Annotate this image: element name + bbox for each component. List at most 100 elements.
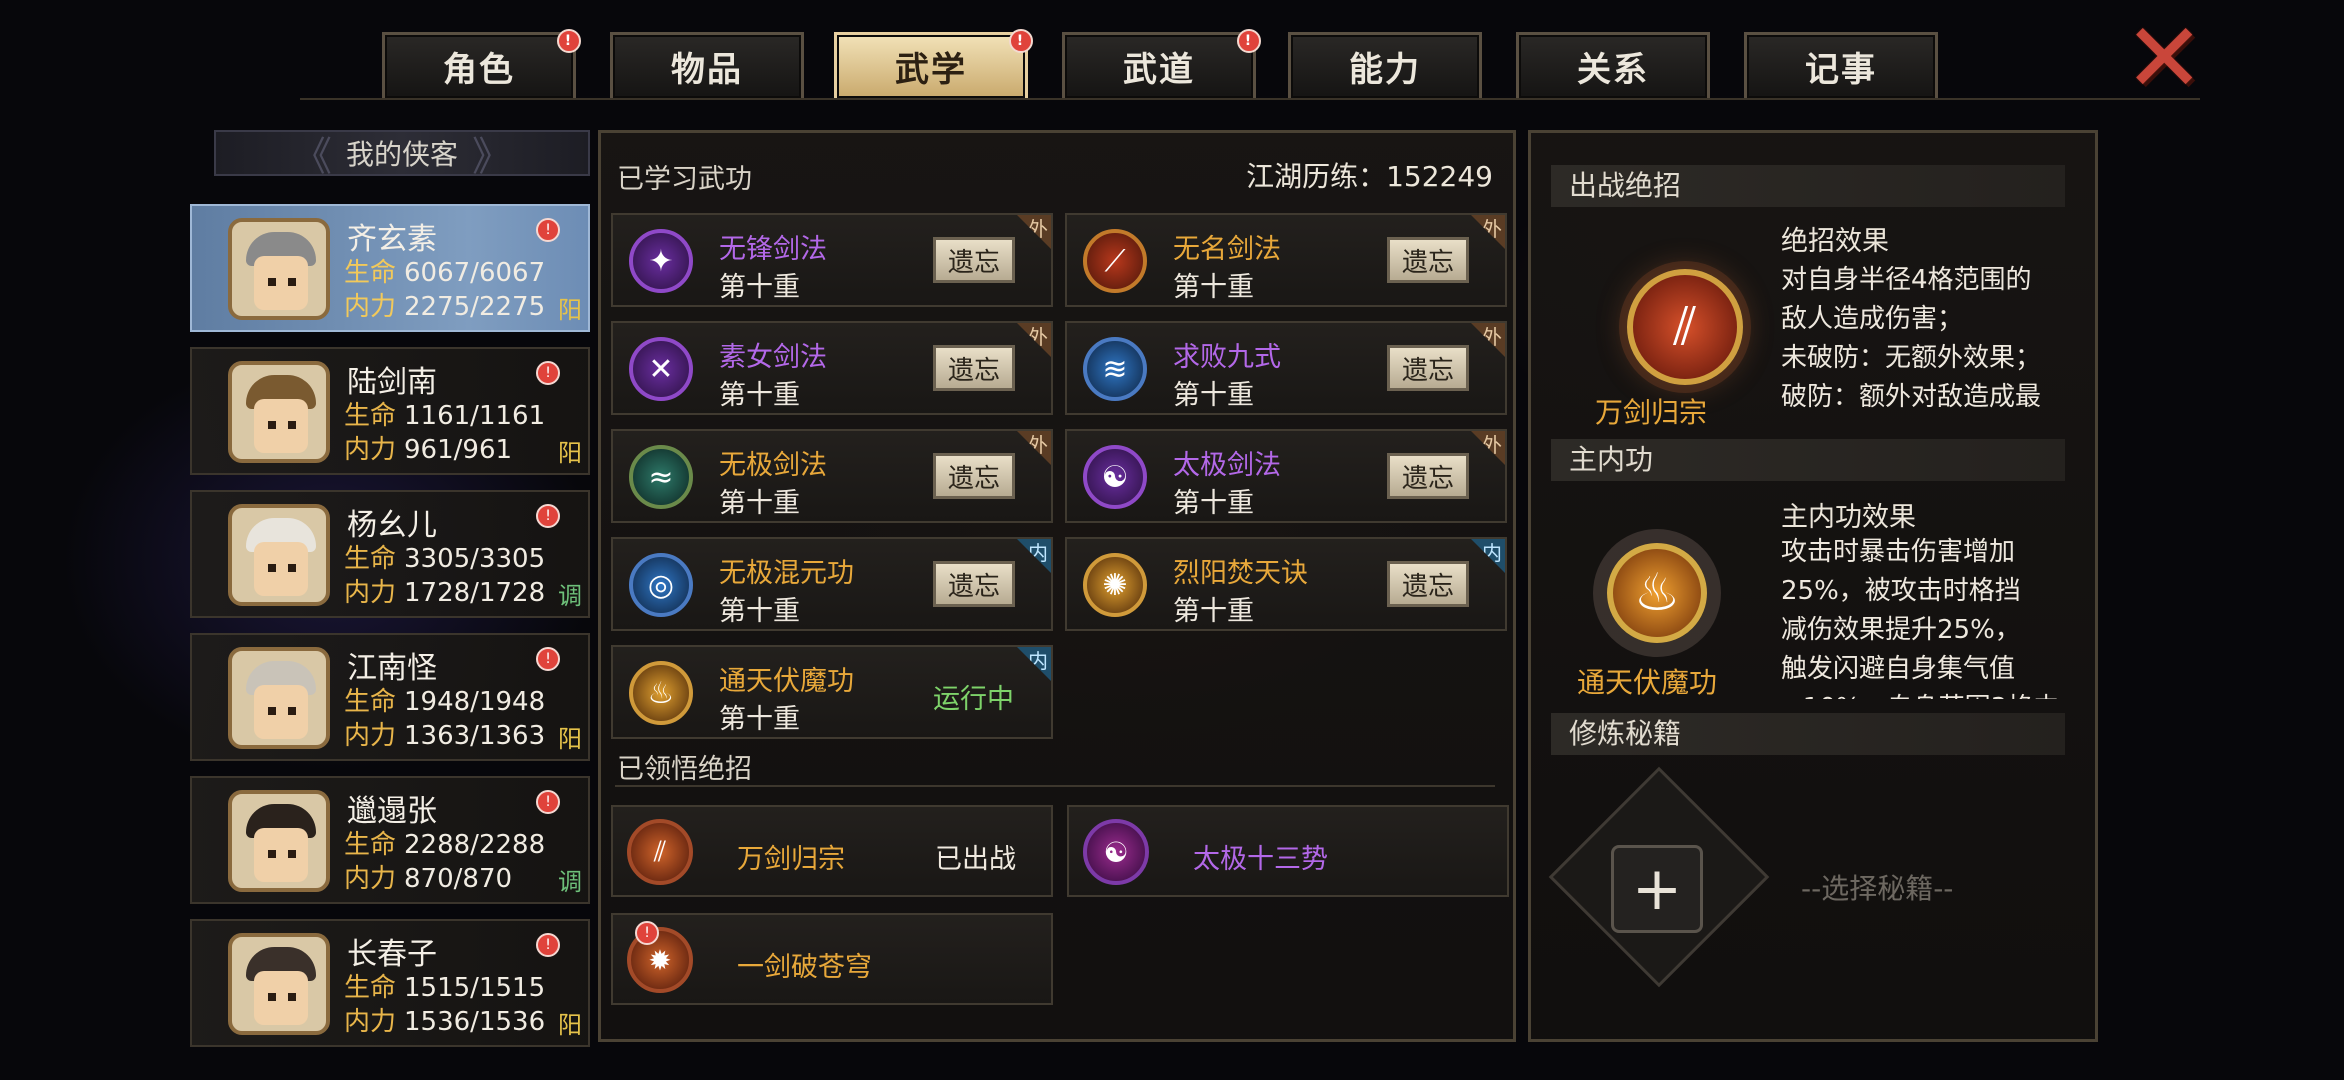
move-card[interactable]: ☯ 太极十三势	[1067, 805, 1509, 897]
close-icon[interactable]: ✕	[2124, 10, 2204, 106]
tab-journal[interactable]: 记事	[1744, 32, 1938, 98]
avatar	[228, 933, 330, 1035]
avatar	[228, 647, 330, 749]
hero-card[interactable]: 邋遢张 ! 生命 2288/2288 内力 870/870 调	[190, 776, 590, 904]
skill-level: 第十重	[1173, 488, 1254, 519]
skill-level: 第十重	[719, 380, 800, 411]
avatar	[228, 218, 330, 320]
hero-card[interactable]: 江南怪 ! 生命 1948/1948 内力 1363/1363 阳	[190, 633, 590, 761]
skill-card[interactable]: ☯ 太极剑法 第十重 遗忘 外	[1065, 429, 1507, 523]
move-name: 万剑归宗	[737, 844, 845, 875]
skill-card[interactable]: ≈ 无极剑法 第十重 遗忘 外	[611, 429, 1053, 523]
hero-tag: 阳	[558, 296, 582, 324]
skill-name: 烈阳焚天诀	[1173, 558, 1308, 589]
alert-dot: !	[536, 933, 560, 957]
tab-underline	[300, 98, 2200, 100]
skill-level: 第十重	[1173, 272, 1254, 303]
skill-level: 第十重	[719, 272, 800, 303]
moves-title: 已领悟绝招	[617, 754, 752, 785]
inner-skill-header: 主内功	[1551, 439, 2065, 481]
tab-martial-way[interactable]: 武道!	[1062, 29, 1261, 98]
forget-button[interactable]: 遗忘	[1387, 453, 1469, 499]
hero-tag: 调	[558, 868, 582, 896]
taiji-sword-icon: ☯	[1083, 445, 1147, 509]
tab-label: 关系	[1577, 50, 1649, 90]
forget-button[interactable]: 遗忘	[933, 561, 1015, 607]
skill-type-tag: 内	[1017, 647, 1051, 681]
tab-label: 角色	[443, 50, 515, 90]
sword-burst-icon: ✦	[629, 229, 693, 293]
hero-card[interactable]: 齐玄素 ! 生命 6067/6067 内力 2275/2275 阳	[190, 204, 590, 332]
avatar	[228, 790, 330, 892]
roster-header: 《 我的侠客 》	[214, 130, 590, 180]
tab-label: 记事	[1805, 50, 1877, 90]
forget-button[interactable]: 遗忘	[933, 237, 1015, 283]
skill-level: 第十重	[719, 704, 800, 735]
alert-dot: !	[536, 361, 560, 385]
flame-icon[interactable]: ♨	[1607, 543, 1707, 643]
hero-mp: 内力 870/870	[344, 864, 513, 894]
skill-card[interactable]: ⟋ 无名剑法 第十重 遗忘 外	[1065, 213, 1507, 307]
martial-arts-panel: 已学习武功 江湖历练：152249 ✦ 无锋剑法 第十重 遗忘 外 ⟋ 无名剑法…	[598, 130, 1516, 1042]
tab-label: 武道	[1123, 50, 1195, 90]
forget-button[interactable]: 遗忘	[933, 345, 1015, 391]
forget-button[interactable]: 遗忘	[933, 453, 1015, 499]
move-card[interactable]: ✹ ! 一剑破苍穹	[611, 913, 1053, 1005]
skill-card[interactable]: ✺ 烈阳焚天诀 第十重 遗忘 内	[1065, 537, 1507, 631]
skill-name: 太极剑法	[1173, 450, 1281, 481]
hero-tag: 调	[558, 582, 582, 610]
alert-dot: !	[536, 790, 560, 814]
sword-rain-icon: ≋	[1083, 337, 1147, 401]
alert-dot: !	[557, 29, 581, 53]
sword-rain-icon[interactable]: ⫽	[1627, 269, 1743, 385]
running-status: 运行中	[933, 684, 1014, 715]
skill-card[interactable]: ♨ 通天伏魔功 第十重 运行中 内	[611, 645, 1053, 739]
battle-move-name: 万剑归宗	[1595, 396, 1708, 429]
move-card[interactable]: ⫽ 万剑归宗 已出战	[611, 805, 1053, 897]
roster-title: 我的侠客	[345, 138, 458, 171]
skill-card[interactable]: ◎ 无极混元功 第十重 遗忘 内	[611, 537, 1053, 631]
crossed-swords-icon: ✕	[629, 337, 693, 401]
skill-type-tag: 内	[1471, 539, 1505, 573]
battle-effect-title: 绝招效果	[1781, 226, 1889, 257]
alert-dot: !	[1009, 29, 1033, 53]
tab-character[interactable]: 角色!	[382, 29, 581, 98]
forget-button[interactable]: 遗忘	[1387, 345, 1469, 391]
chevron-left-icon: 《	[291, 134, 332, 180]
hero-mp: 内力 1363/1363	[344, 721, 546, 751]
skill-level: 第十重	[1173, 596, 1254, 627]
tab-label: 能力	[1349, 50, 1421, 90]
tab-martial-arts[interactable]: 武学!	[834, 29, 1033, 98]
avatar	[228, 361, 330, 463]
chevron-right-icon: 》	[472, 134, 512, 180]
skill-name: 求败九式	[1173, 342, 1281, 373]
alert-dot: !	[1237, 29, 1261, 53]
plus-icon[interactable]: +	[1611, 845, 1703, 933]
move-status: 已出战	[935, 844, 1016, 875]
forget-button[interactable]: 遗忘	[1387, 237, 1469, 283]
tab-relations[interactable]: 关系	[1516, 32, 1710, 98]
skill-level: 第十重	[719, 488, 800, 519]
hero-card[interactable]: 陆剑南 ! 生命 1161/1161 内力 961/961 阳	[190, 347, 590, 475]
skill-card[interactable]: ✕ 素女剑法 第十重 遗忘 外	[611, 321, 1053, 415]
hero-mp: 内力 1728/1728	[344, 578, 546, 608]
skill-card[interactable]: ✦ 无锋剑法 第十重 遗忘 外	[611, 213, 1053, 307]
hero-card[interactable]: 长春子 ! 生命 1515/1515 内力 1536/1536 阳	[190, 919, 590, 1047]
move-name: 一剑破苍穹	[737, 952, 872, 983]
skill-name: 素女剑法	[719, 342, 827, 373]
tab-abilities[interactable]: 能力	[1288, 32, 1482, 98]
skill-type-tag: 外	[1017, 431, 1051, 465]
forget-button[interactable]: 遗忘	[1387, 561, 1469, 607]
learned-title: 已学习武功	[617, 164, 752, 195]
skill-name: 无锋剑法	[719, 234, 827, 265]
skill-type-tag: 外	[1471, 215, 1505, 249]
blade-slash-icon: ⟋	[1083, 229, 1147, 293]
swirl-icon: ◎	[629, 553, 693, 617]
alert-dot: !	[635, 921, 659, 945]
skill-type-tag: 外	[1471, 323, 1505, 357]
manual-placeholder[interactable]: --选择秘籍--	[1801, 867, 1953, 907]
tab-items[interactable]: 物品	[610, 32, 804, 98]
skill-card[interactable]: ≋ 求败九式 第十重 遗忘 外	[1065, 321, 1507, 415]
hero-card[interactable]: 杨幺儿 ! 生命 3305/3305 内力 1728/1728 调	[190, 490, 590, 618]
skill-type-tag: 外	[1471, 431, 1505, 465]
